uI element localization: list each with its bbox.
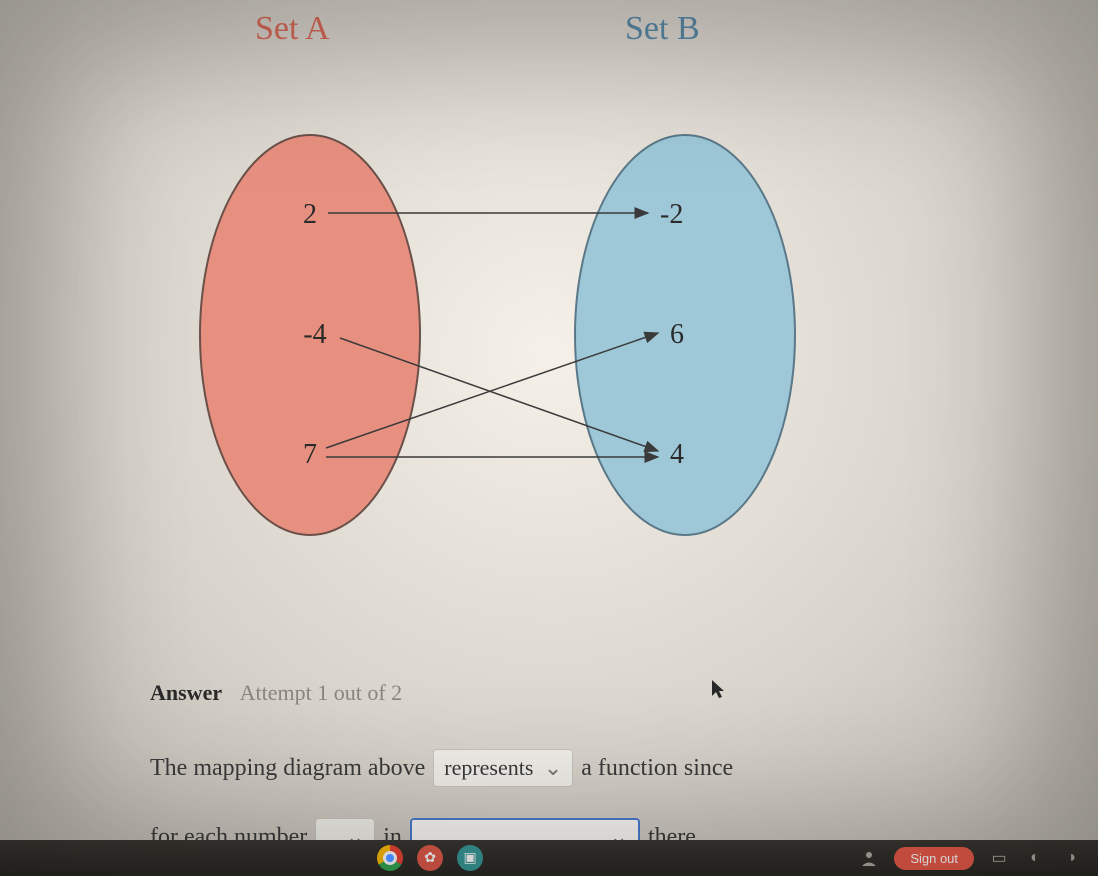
taskbar: ✿ ▣ Sign out ▭ ◐ ◑: [0, 840, 1098, 876]
chevron-down-icon: ⌄: [544, 744, 562, 792]
represents-dropdown[interactable]: represents ⌄: [433, 749, 573, 787]
taskbar-icon-1[interactable]: ▭: [988, 847, 1010, 869]
set-b-label: Set B: [625, 10, 700, 48]
answer-heading: Answer: [150, 680, 222, 705]
sentence-part-1: The mapping diagram above: [150, 742, 425, 795]
set-a-value-1: -4: [303, 319, 326, 350]
set-a-value-0: 2: [303, 199, 317, 230]
set-b-value-1: 6: [670, 319, 684, 350]
set-a-label: Set A: [255, 10, 330, 48]
mapping-diagram: 2 -4 7 -2 6 4: [140, 95, 840, 575]
taskbar-icon-3[interactable]: ◑: [1060, 847, 1082, 869]
taskbar-icon-2[interactable]: ◐: [1024, 847, 1046, 869]
app-icon-teal[interactable]: ▣: [457, 845, 483, 871]
app-icon-red[interactable]: ✿: [417, 845, 443, 871]
chrome-icon[interactable]: [377, 845, 403, 871]
sign-out-button[interactable]: Sign out: [894, 847, 974, 870]
set-b-ellipse: [575, 135, 795, 535]
attempt-text: Attempt 1 out of 2: [240, 680, 403, 705]
set-a-value-2: 7: [303, 439, 317, 470]
user-icon[interactable]: [858, 847, 880, 869]
set-b-value-0: -2: [660, 199, 683, 230]
sentence-part-2: a function since: [581, 742, 733, 795]
set-b-value-2: 4: [670, 439, 684, 470]
